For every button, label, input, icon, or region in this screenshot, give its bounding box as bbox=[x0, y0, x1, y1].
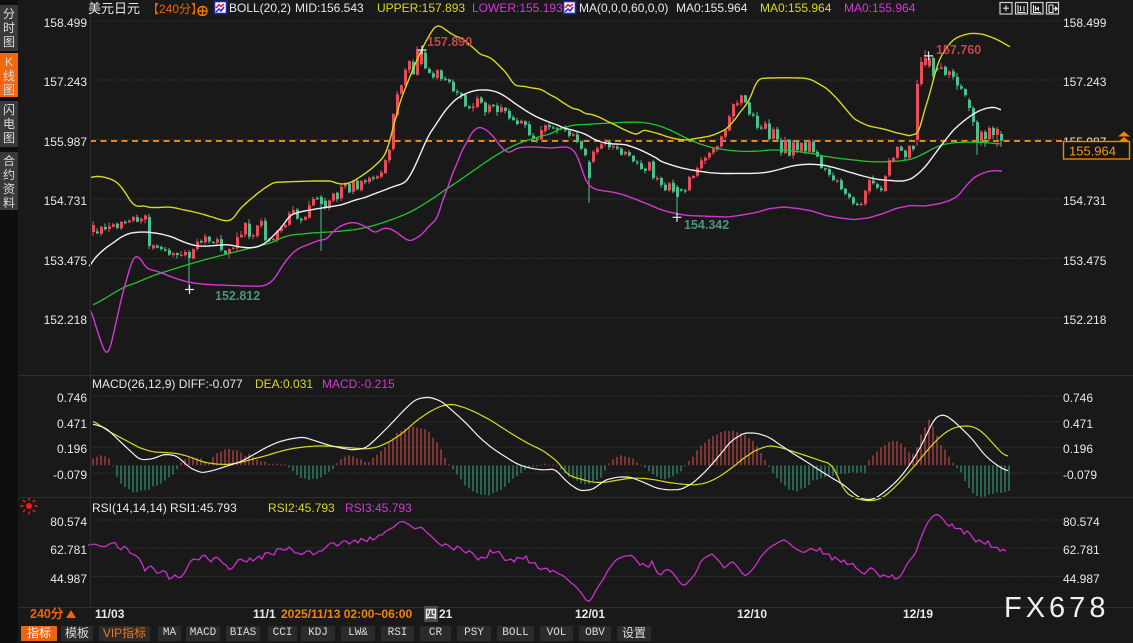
svg-text:154.342: 154.342 bbox=[684, 218, 729, 232]
svg-text:157.890: 157.890 bbox=[427, 35, 472, 49]
svg-text:157.760: 157.760 bbox=[936, 43, 981, 57]
svg-text:155.964: 155.964 bbox=[1069, 144, 1116, 159]
svg-text:152.812: 152.812 bbox=[215, 289, 260, 303]
